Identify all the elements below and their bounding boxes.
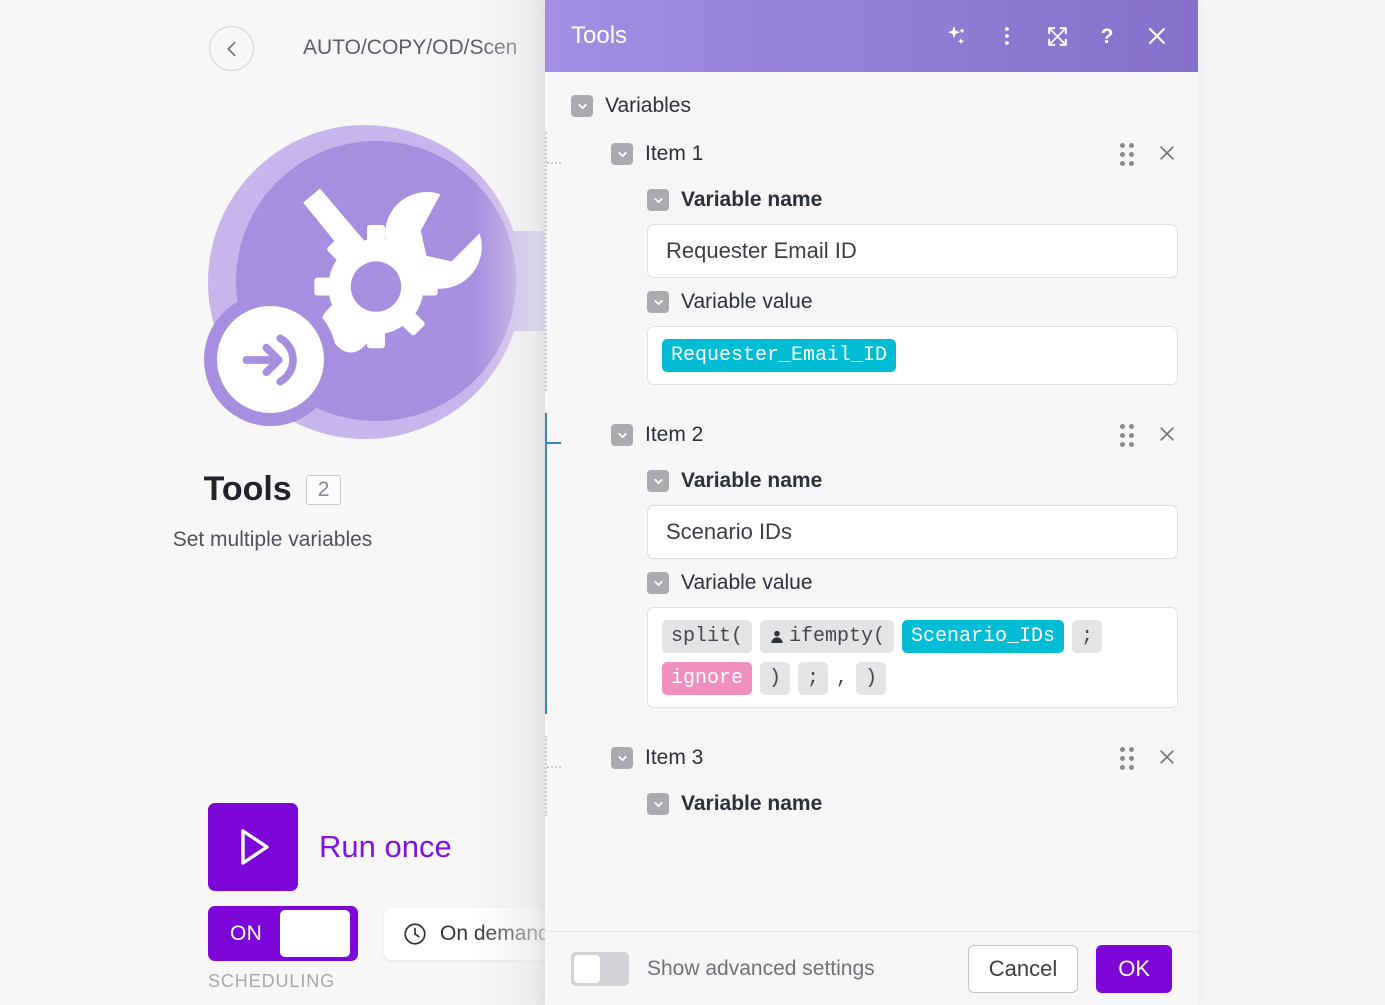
dialog-body: Variables Item 1	[545, 72, 1198, 931]
dialog-header: Tools	[545, 0, 1198, 72]
variable-name-label-row[interactable]: Variable name	[577, 469, 1198, 493]
variables-root-row[interactable]: Variables	[545, 94, 1198, 118]
clock-icon	[402, 921, 428, 947]
variable-name-input[interactable]: Requester Email ID	[647, 224, 1178, 278]
variables-root-label: Variables	[605, 94, 691, 118]
drag-handle-icon[interactable]	[1120, 424, 1134, 447]
dialog-title: Tools	[571, 22, 942, 50]
expand-icon[interactable]	[1042, 21, 1072, 51]
variable-value-label: Variable value	[681, 290, 813, 314]
drag-handle-icon[interactable]	[1120, 747, 1134, 770]
schedule-chip-label: On demand	[440, 922, 545, 946]
module-subtitle: Set multiple variables	[0, 528, 545, 552]
collapse-chevron-icon[interactable]	[611, 424, 633, 446]
close-icon[interactable]	[1142, 21, 1172, 51]
run-once-label[interactable]: Run once	[319, 829, 452, 865]
tree-line-active	[545, 413, 547, 714]
dialog-header-actions: ?	[942, 21, 1172, 51]
variable-name-label: Variable name	[681, 188, 822, 212]
formula-token[interactable]: Requester_Email_ID	[662, 339, 896, 372]
scheduling-toggle[interactable]: ON	[208, 906, 358, 961]
item-header[interactable]: Item 1	[577, 132, 1198, 176]
collapse-chevron-icon[interactable]	[611, 747, 633, 769]
breadcrumb[interactable]: AUTO/COPY/OD/Scen	[303, 36, 517, 60]
play-triangle-icon	[229, 823, 277, 871]
formula-token[interactable]: ignore	[662, 662, 752, 695]
item-title: Item 3	[645, 746, 1120, 770]
formula-token[interactable]: )	[856, 662, 886, 695]
scheduling-toggle-state: ON	[212, 922, 280, 946]
show-advanced-settings-toggle[interactable]	[571, 952, 629, 986]
formula-token[interactable]: ;	[1072, 620, 1102, 653]
variable-name-label: Variable name	[681, 792, 822, 816]
show-advanced-settings-label: Show advanced settings	[647, 957, 950, 981]
arrow-into-circle-icon	[234, 323, 308, 397]
tools-dialog: Tools	[545, 0, 1198, 1005]
formula-token[interactable]: ;	[798, 662, 828, 695]
tree-line	[545, 736, 547, 816]
dialog-footer: Show advanced settings Cancel OK	[545, 931, 1198, 1005]
variable-value-label-row[interactable]: Variable value	[577, 290, 1198, 314]
item-header[interactable]: Item 3	[577, 736, 1198, 780]
item-title: Item 2	[645, 423, 1120, 447]
collapse-chevron-icon[interactable]	[647, 189, 669, 211]
collapse-chevron-icon[interactable]	[647, 572, 669, 594]
remove-item-icon[interactable]	[1156, 422, 1178, 448]
remove-item-icon[interactable]	[1156, 141, 1178, 167]
module-title-row: Tools 2	[0, 470, 545, 509]
remove-item-icon[interactable]	[1156, 745, 1178, 771]
variable-value-label-row[interactable]: Variable value	[577, 571, 1198, 595]
scenario-canvas: AUTO/COPY/OD/Scen	[0, 0, 545, 1005]
back-button[interactable]	[209, 26, 254, 71]
variable-value-input[interactable]: Requester_Email_ID	[647, 326, 1178, 385]
tree-stub	[547, 766, 561, 768]
formula-token[interactable]: ,	[836, 667, 848, 690]
collapse-chevron-icon[interactable]	[647, 793, 669, 815]
formula-token[interactable]: ifempty(	[760, 620, 894, 653]
collapse-chevron-icon[interactable]	[611, 143, 633, 165]
variable-name-label: Variable name	[681, 469, 822, 493]
tree-line	[545, 132, 547, 391]
help-icon[interactable]: ?	[1092, 21, 1122, 51]
person-icon	[769, 629, 785, 645]
formula-token[interactable]: split(	[662, 620, 752, 653]
collapse-chevron-icon[interactable]	[647, 291, 669, 313]
scheduling-toggle-knob	[280, 910, 350, 957]
variable-item-2: Item 2	[545, 413, 1198, 714]
scheduling-caption: SCHEDULING	[208, 971, 335, 992]
item-title: Item 1	[645, 142, 1120, 166]
item-header[interactable]: Item 2	[577, 413, 1198, 457]
schedule-chip[interactable]: On demand	[384, 908, 545, 960]
arrow-left-icon	[221, 38, 243, 60]
more-vertical-icon[interactable]	[992, 21, 1022, 51]
variable-item-3: Item 3	[545, 736, 1198, 816]
variable-value-input[interactable]: split(ifempty(Scenario_IDs; ignore);,)	[647, 607, 1178, 708]
collapse-chevron-icon[interactable]	[647, 470, 669, 492]
variable-value-label: Variable value	[681, 571, 813, 595]
run-once-button[interactable]	[208, 803, 298, 891]
collapse-chevron-icon[interactable]	[571, 95, 593, 117]
ai-sparkles-icon[interactable]	[942, 21, 972, 51]
toggle-knob	[574, 955, 600, 983]
svg-text:?: ?	[1101, 25, 1114, 48]
module-type-badge	[204, 293, 337, 426]
module-count-badge: 2	[306, 475, 342, 505]
formula-token[interactable]: Scenario_IDs	[902, 620, 1064, 653]
app-root: AUTO/COPY/OD/Scen	[0, 0, 1385, 1005]
variable-name-label-row[interactable]: Variable name	[577, 792, 1198, 816]
module-title: Tools	[204, 470, 292, 509]
module-icon[interactable]	[196, 113, 545, 443]
variable-name-label-row[interactable]: Variable name	[577, 188, 1198, 212]
variable-name-input[interactable]: Scenario IDs	[647, 505, 1178, 559]
variable-item-1: Item 1	[545, 132, 1198, 391]
ok-button[interactable]: OK	[1096, 945, 1172, 993]
tree-stub	[547, 162, 561, 164]
tree-stub	[547, 442, 561, 444]
drag-handle-icon[interactable]	[1120, 143, 1134, 166]
cancel-button[interactable]: Cancel	[968, 945, 1078, 993]
formula-token[interactable]: )	[760, 662, 790, 695]
